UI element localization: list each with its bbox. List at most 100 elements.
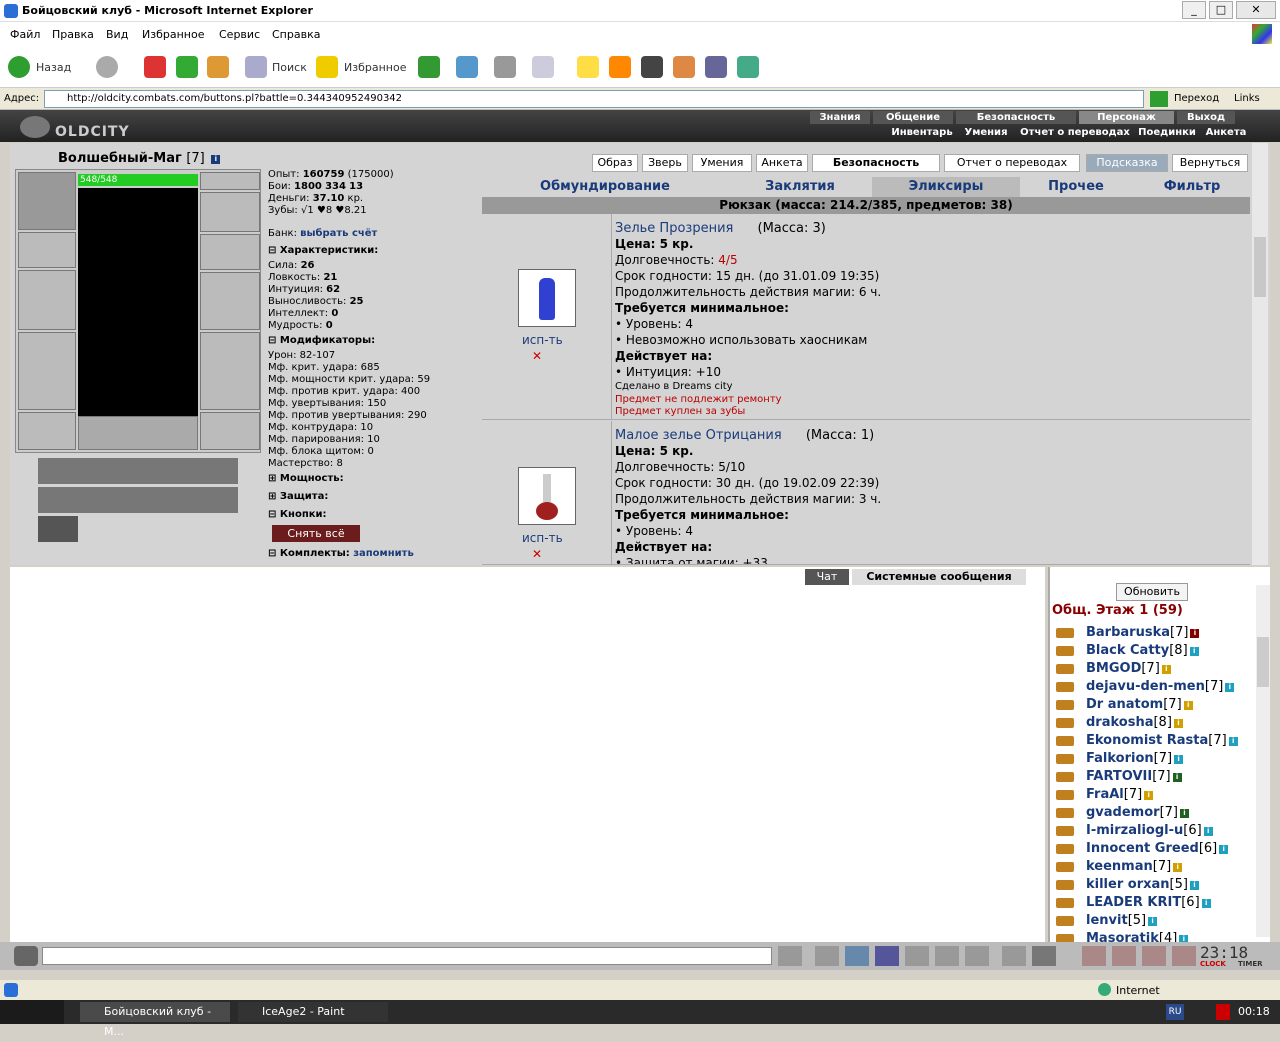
delete-icon[interactable]: ✕ [532,547,542,561]
sort-icon[interactable] [935,946,959,966]
tab-other[interactable]: Прочее [1030,177,1122,197]
online-user[interactable]: FARTOVII[7] i [1086,769,1182,784]
nav-communication[interactable]: Общение [873,111,953,124]
remember-link[interactable]: запомнить [353,548,414,559]
menu-file[interactable]: Файл [10,28,40,41]
chat-mode-icon[interactable] [14,946,38,966]
settings-icon[interactable] [1112,946,1136,966]
nav-fights[interactable]: Поединки [1137,126,1197,139]
go-icon[interactable] [1150,91,1168,107]
search-label[interactable]: Поиск [272,61,307,74]
online-user[interactable]: Falkorion[7] i [1086,751,1184,766]
section-modifiers[interactable]: ⊟ Модификаторы: [268,335,375,346]
mail-icon[interactable] [456,56,478,78]
bank-link[interactable]: выбрать счёт [300,228,377,239]
favorites-icon[interactable] [316,56,338,78]
user-info-icon[interactable]: i [1161,665,1171,674]
private-message-icon[interactable] [1056,682,1074,692]
helmet-slot[interactable] [18,172,76,230]
menu-tools[interactable]: Сервис [219,28,260,41]
private-message-icon[interactable] [1056,862,1074,872]
bracers-slot[interactable] [18,232,76,268]
online-scrollbar[interactable] [1256,585,1270,937]
online-user[interactable]: I-mirzaliogl-u[6] i [1086,823,1213,838]
clock-label[interactable]: CLOCK [1200,960,1226,968]
private-message-icon[interactable] [1056,826,1074,836]
tab-equipment[interactable]: Обмундирование [530,177,680,197]
btn-return[interactable]: Вернуться [1172,154,1248,172]
amulet-slot[interactable] [200,172,260,190]
section-characteristics[interactable]: ⊟ Характеристики: [268,245,378,256]
go-button[interactable]: Переход [1174,93,1219,104]
at-icon[interactable] [609,56,631,78]
use-link[interactable]: исп-ть [522,531,563,545]
private-message-icon[interactable] [1056,808,1074,818]
btn-image[interactable]: Образ [592,154,638,172]
chat-input[interactable] [42,947,772,965]
online-user[interactable]: FraAl[7] i [1086,787,1154,802]
timer-label[interactable]: TIMER [1238,960,1263,968]
item-name[interactable]: Малое зелье Отрицания (Масса: 1) [615,428,874,443]
language-indicator[interactable]: RU [1166,1004,1184,1020]
online-user[interactable]: keenman[7] i [1086,859,1183,874]
print-icon[interactable] [494,56,516,78]
edit-icon[interactable] [532,56,554,78]
private-message-icon[interactable] [1056,754,1074,764]
messenger-icon[interactable] [737,56,759,78]
history-icon[interactable] [418,56,440,78]
tab-spells[interactable]: Заклятия [740,177,860,197]
btn-pet[interactable]: Зверь [642,154,688,172]
weapon-slot[interactable] [18,270,76,330]
rings-slots[interactable] [78,416,198,450]
online-user[interactable]: Barbaruska[7] i [1086,625,1200,640]
user-info-icon[interactable]: i [1190,629,1200,638]
nav-security[interactable]: Безопасность [956,111,1076,124]
private-message-icon[interactable] [1056,772,1074,782]
earrings-slot[interactable] [200,192,260,232]
user-info-icon[interactable]: i [1219,845,1229,854]
private-message-icon[interactable] [1056,844,1074,854]
info-icon[interactable]: i [211,155,221,164]
online-user[interactable]: Dr anatom[7] i [1086,697,1193,712]
friends-icon[interactable] [1142,946,1166,966]
tab-elixirs[interactable]: Эликсиры [872,177,1020,197]
online-user[interactable]: Black Catty[8] i [1086,643,1199,658]
private-message-icon[interactable] [1056,916,1074,926]
inventory-scrollbar[interactable] [1252,143,1268,565]
tab-filter[interactable]: Фильтр [1140,177,1244,197]
online-user[interactable]: lenvit[5] i [1086,913,1158,928]
user-info-icon[interactable]: i [1144,791,1154,800]
helmet-icon[interactable] [1032,946,1056,966]
menu-edit[interactable]: Правка [52,28,94,41]
section-buttons[interactable]: ⊟ Кнопки: [268,509,327,520]
task-browser[interactable]: Бойцовский клуб - M... [80,1002,230,1038]
start-button[interactable] [0,1000,64,1024]
nav-inventory[interactable]: Инвентарь [888,126,956,139]
user-info-icon[interactable]: i [1180,809,1189,818]
private-message-icon[interactable] [1056,790,1074,800]
smile-icon[interactable] [1002,946,1026,966]
user-info-icon[interactable]: i [1172,773,1182,782]
online-user[interactable]: dejavu-den-men[7] i [1086,679,1235,694]
btn-security[interactable]: Безопасность [812,154,940,172]
send-icon[interactable] [778,946,802,966]
download-icon[interactable] [673,56,695,78]
maximize-button[interactable]: □ [1209,1,1233,19]
section-power[interactable]: ⊞ Мощность: [268,473,344,484]
hand-icon[interactable] [965,946,989,966]
gloves-slot[interactable] [200,234,260,270]
btn-skills[interactable]: Умения [692,154,752,172]
tools-icon[interactable] [705,56,727,78]
online-user[interactable]: killer orxan[5] i [1086,877,1199,892]
favorites-label[interactable]: Избранное [344,61,406,74]
online-user[interactable]: gvademor[7] i [1086,805,1189,820]
private-message-icon[interactable] [1056,628,1074,638]
links-label[interactable]: Links [1234,93,1260,104]
bag-icon[interactable] [1082,946,1106,966]
save-icon[interactable] [875,946,899,966]
nav-transfers[interactable]: Отчет о переводах [1016,126,1134,139]
nav-profile[interactable]: Анкета [1202,126,1250,139]
stop-icon[interactable] [144,56,166,78]
menu-view[interactable]: Вид [106,28,128,41]
spell-slot-extra[interactable] [38,516,78,542]
